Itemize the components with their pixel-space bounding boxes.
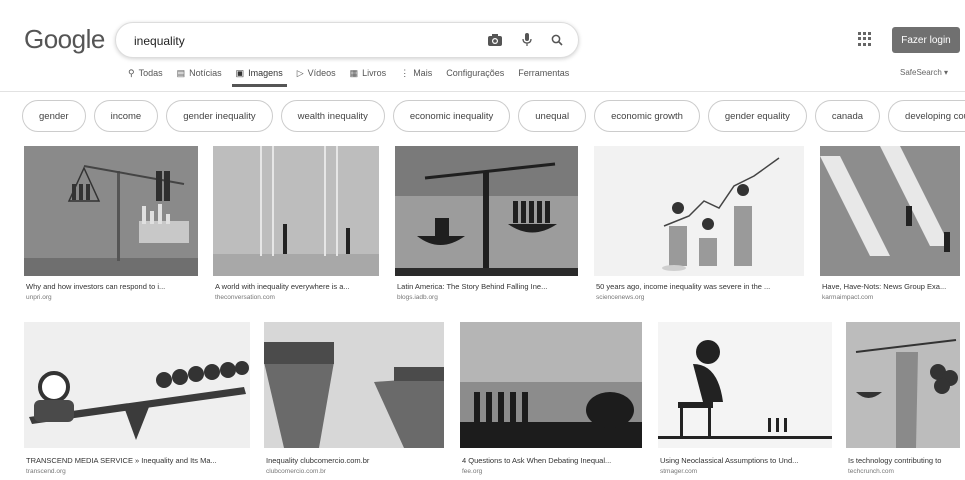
search-input[interactable] xyxy=(132,31,466,51)
result-caption[interactable]: 50 years ago, income inequality was seve… xyxy=(596,282,804,291)
tab-noticias[interactable]: ▤ Notícias xyxy=(177,64,222,82)
result-thumbnail[interactable] xyxy=(820,146,960,276)
search-icon: ⚲ xyxy=(128,67,135,78)
result-thumbnail[interactable] xyxy=(594,146,804,276)
chip[interactable]: gender equality xyxy=(707,100,807,132)
tab-label: Notícias xyxy=(189,68,222,78)
chip[interactable]: gender xyxy=(22,100,86,132)
tab-label: Imagens xyxy=(248,68,283,78)
chip[interactable]: unequal xyxy=(518,100,587,132)
result-caption[interactable]: Using Neoclassical Assumptions to Und... xyxy=(660,456,832,465)
result-thumbnail[interactable] xyxy=(264,322,444,448)
result-source: techcrunch.com xyxy=(848,468,894,475)
result-source: blogs.iadb.org xyxy=(397,294,438,301)
tab-livros[interactable]: ▦ Livros xyxy=(350,64,387,82)
tab-label: Vídeos xyxy=(307,68,336,78)
search-box[interactable] xyxy=(115,22,579,58)
tab-videos[interactable]: ▷ Vídeos xyxy=(297,64,336,82)
image-result[interactable]: Using Neoclassical Assumptions to Und...… xyxy=(658,322,832,480)
result-caption[interactable]: Have, Have-Nots: News Group Exa... xyxy=(822,282,960,291)
tab-mais[interactable]: ⋮ Mais xyxy=(400,64,432,82)
image-result[interactable]: 4 Questions to Ask When Debating Inequal… xyxy=(460,322,642,480)
news-icon: ▤ xyxy=(176,67,186,78)
result-thumbnail[interactable] xyxy=(24,322,250,448)
result-source: sciencenews.org xyxy=(596,294,645,301)
result-source: transcend.org xyxy=(26,468,66,475)
tab-label: Ferramentas xyxy=(518,68,570,78)
chip[interactable]: income xyxy=(93,100,159,132)
result-caption[interactable]: 4 Questions to Ask When Debating Inequal… xyxy=(462,456,642,465)
search-icon[interactable] xyxy=(548,31,566,49)
tab-ferramentas[interactable]: Ferramentas xyxy=(518,64,569,82)
image-result[interactable]: Is technology contributing to techcrunch… xyxy=(846,322,960,480)
result-caption[interactable]: A world with inequality everywhere is a.… xyxy=(215,282,379,291)
chip[interactable]: economic inequality xyxy=(392,100,511,132)
image-result[interactable]: 50 years ago, income inequality was seve… xyxy=(594,146,804,316)
image-result[interactable]: A world with inequality everywhere is a.… xyxy=(213,146,379,316)
safesearch-dropdown[interactable]: SafeSearch ▾ xyxy=(900,68,948,77)
image-result[interactable]: Why and how investors can respond to i..… xyxy=(24,146,198,316)
result-thumbnail[interactable] xyxy=(846,322,960,448)
header-divider xyxy=(0,91,965,92)
image-result[interactable]: TRANSCEND MEDIA SERVICE » Inequality and… xyxy=(24,322,250,480)
image-result[interactable]: Inequality clubcomercio.com.br clubcomer… xyxy=(264,322,444,480)
chip[interactable]: canada xyxy=(814,100,881,132)
tab-todas[interactable]: ⚲ Todas xyxy=(128,64,163,82)
tab-configuracoes[interactable]: Configurações xyxy=(446,64,504,82)
tab-label: Configurações xyxy=(446,68,505,78)
chip[interactable]: economic growth xyxy=(594,100,700,132)
result-source: karmaimpact.com xyxy=(822,294,874,301)
result-thumbnail[interactable] xyxy=(213,146,379,276)
tab-imagens[interactable]: ▣ Imagens xyxy=(231,64,287,87)
result-caption[interactable]: Latin America: The Story Behind Falling … xyxy=(397,282,578,291)
result-thumbnail[interactable] xyxy=(658,322,832,448)
microphone-icon[interactable] xyxy=(518,31,536,49)
result-source: fee.org xyxy=(462,468,483,475)
result-caption[interactable]: Is technology contributing to xyxy=(848,456,960,465)
result-source: unpri.org xyxy=(26,294,52,301)
chip[interactable]: wealth inequality xyxy=(280,100,385,132)
result-caption[interactable]: Why and how investors can respond to i..… xyxy=(26,282,198,291)
tab-label: Livros xyxy=(362,68,387,78)
chip[interactable]: developing cour xyxy=(888,100,965,132)
result-source: stmager.com xyxy=(660,468,698,475)
search-tabs: ⚲ Todas ▤ Notícias ▣ Imagens ▷ Vídeos ▦ Livro… xyxy=(128,64,569,87)
result-thumbnail[interactable] xyxy=(460,322,642,448)
result-caption[interactable]: TRANSCEND MEDIA SERVICE » Inequality and… xyxy=(26,456,250,465)
image-icon: ▣ xyxy=(235,67,245,78)
camera-icon[interactable] xyxy=(486,31,504,49)
image-result[interactable]: Have, Have-Nots: News Group Exa... karma… xyxy=(820,146,960,316)
related-chips: gender income gender inequality wealth i… xyxy=(22,100,965,132)
tab-label: Mais xyxy=(413,68,433,78)
book-icon: ▦ xyxy=(349,67,359,78)
tab-label: Todas xyxy=(138,68,163,78)
result-thumbnail[interactable] xyxy=(24,146,198,276)
google-logo[interactable]: Google xyxy=(24,24,105,55)
video-icon: ▷ xyxy=(296,67,304,78)
apps-grid-icon[interactable] xyxy=(858,32,872,46)
result-source: theconversation.com xyxy=(215,294,275,301)
image-result[interactable]: Latin America: The Story Behind Falling … xyxy=(395,146,578,316)
result-caption[interactable]: Inequality clubcomercio.com.br xyxy=(266,456,444,465)
result-thumbnail[interactable] xyxy=(395,146,578,276)
more-icon: ⋮ xyxy=(400,67,410,78)
chip[interactable]: gender inequality xyxy=(166,100,273,132)
result-source: clubcomercio.com.br xyxy=(266,468,326,475)
login-button[interactable]: Fazer login xyxy=(892,27,960,53)
